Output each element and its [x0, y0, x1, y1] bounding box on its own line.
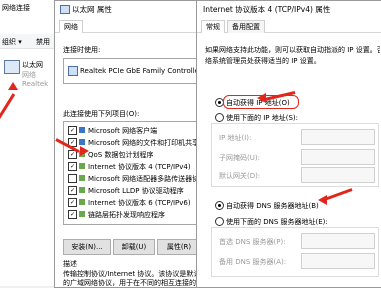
- adapter-name[interactable]: 以太网: [22, 60, 43, 70]
- adapter-box: Realtek PCIe GbE Family Controller: [63, 58, 203, 84]
- properties-title: 以太网 属性: [72, 5, 112, 14]
- left-toolbar: 组织 ▾ 禁用: [0, 34, 60, 49]
- item-label: Microsoft LLDP 协议驱动程序: [88, 187, 184, 195]
- list-item[interactable]: ✓ Microsoft LLDP 协议驱动程序: [64, 185, 202, 196]
- items-label: 此连接使用下列项目(O):: [63, 110, 140, 118]
- subnet-mask-label: 子网掩码(U):: [219, 154, 260, 162]
- item-label: Microsoft 网络客户端: [88, 127, 158, 135]
- properties-tabbar: 网络: [55, 18, 205, 33]
- uninstall-button[interactable]: 卸载(U): [113, 239, 155, 255]
- ethernet-properties-window: 以太网 属性 网络 连接时使用: Realtek PCIe GbE Family…: [54, 0, 206, 288]
- ipv4-tabbar: 常规 备用配置: [197, 18, 381, 33]
- item-icon: [79, 187, 85, 193]
- list-item-ipv4[interactable]: ✓ Internet 协议版本 4 (TCP/IPv4): [64, 161, 202, 172]
- item-label: 链路层拓扑发现响应程序: [88, 211, 165, 219]
- organize-menu[interactable]: 组织 ▾: [2, 37, 22, 47]
- manual-ip-label: 使用下面的 IP 地址(S):: [226, 114, 298, 122]
- manual-ip-option[interactable]: 使用下面的 IP 地址(S):: [215, 111, 325, 123]
- annotation-arrowhead-adapter: [8, 82, 18, 90]
- items-list: ✓ Microsoft 网络客户端 ✓ Microsoft 网络的文件和打印机共…: [63, 121, 203, 225]
- tab-general[interactable]: 常规: [201, 20, 225, 33]
- manual-dns-option[interactable]: 使用下面的 DNS 服务器地址(E):: [215, 215, 345, 227]
- intro-text-line1: 如果网络支持此功能，则可以获取自动指派的 IP 设置。否则，你需要从网: [205, 46, 380, 54]
- list-item[interactable]: ✓ 链路层拓扑发现响应程序: [64, 209, 202, 220]
- adapter-device: Realtek: [22, 80, 49, 88]
- item-checkbox[interactable]: ✓: [68, 186, 77, 195]
- annotation-arrowhead-ipv4: [80, 146, 89, 156]
- intro-text-line2: 络系统管理员处获得适当的 IP 设置。: [205, 57, 321, 65]
- preferred-dns-label: 首选 DNS 服务器(P):: [219, 238, 286, 246]
- item-label: QoS 数据包计划程序: [88, 151, 154, 159]
- auto-dns-radio[interactable]: [215, 201, 224, 210]
- ethernet-adapter-icon[interactable]: [4, 60, 20, 74]
- adapter-icon: [68, 66, 78, 76]
- item-checkbox[interactable]: ✓: [68, 210, 77, 219]
- properties-button[interactable]: 属性(R): [157, 239, 201, 255]
- gateway-label: 默认网关(D):: [219, 172, 261, 180]
- properties-titlebar: 以太网 属性: [55, 1, 205, 17]
- item-label: Microsoft 网络的文件和打印机共享: [88, 139, 200, 147]
- tab-networking[interactable]: 网络: [59, 20, 83, 33]
- description-label: 描述: [63, 260, 77, 268]
- item-icon: [79, 199, 85, 205]
- list-item[interactable]: ✓ Microsoft 网络客户端: [64, 125, 202, 136]
- adapter-status: 网络: [22, 71, 36, 79]
- window-title: 网络连接: [2, 4, 30, 12]
- manual-dns-radio[interactable]: [215, 217, 224, 226]
- description-text: 传输控制协议/Internet 协议。该协议是默认的广域网络协议，用于在不同的相…: [63, 270, 201, 287]
- install-button[interactable]: 安装(N)...: [63, 239, 111, 255]
- list-item[interactable]: ✓ Internet 协议版本 6 (TCP/IPv6): [64, 197, 202, 208]
- item-icon: [79, 127, 85, 133]
- adapter-text: Realtek PCIe GbE Family Controller: [80, 67, 202, 75]
- item-checkbox[interactable]: ✓: [68, 198, 77, 207]
- item-label: Microsoft 网络适配器多路传送器协议: [88, 175, 203, 183]
- auto-dns-label: 自动获得 DNS 服务器地址(B): [226, 202, 319, 210]
- network-connections-window: 网络连接 组织 ▾ 禁用 以太网 网络 Realtek: [0, 0, 61, 286]
- annotation-arrowhead-auto-dns: [318, 195, 327, 205]
- gateway-field[interactable]: [301, 167, 375, 183]
- subnet-mask-field[interactable]: [301, 149, 375, 165]
- tab-alternate-config[interactable]: 备用配置: [227, 20, 265, 33]
- ipv4-titlebar: Internet 协议版本 4 (TCP/IPv4) 属性: [197, 1, 381, 17]
- disable-menu-item[interactable]: 禁用: [36, 37, 50, 47]
- manual-ip-radio[interactable]: [215, 113, 224, 122]
- item-icon: [79, 139, 85, 145]
- item-icon: [79, 211, 85, 217]
- annotation-arrowhead-auto-ip: [257, 93, 266, 103]
- alternate-dns-field[interactable]: [301, 253, 375, 269]
- item-icon: [79, 163, 85, 169]
- item-checkbox[interactable]: ✓: [68, 126, 77, 135]
- ipv4-properties-dialog: Internet 协议版本 4 (TCP/IPv4) 属性 常规 备用配置 如果…: [196, 0, 381, 288]
- item-label: Internet 协议版本 6 (TCP/IPv6): [88, 199, 191, 207]
- item-checkbox[interactable]: [68, 174, 77, 183]
- item-icon: [79, 175, 85, 181]
- connect-using-label: 连接时使用:: [63, 46, 101, 54]
- ip-address-label: IP 地址(I):: [219, 134, 252, 142]
- ipv4-title: Internet 协议版本 4 (TCP/IPv4) 属性: [203, 5, 331, 14]
- list-item[interactable]: Microsoft 网络适配器多路传送器协议: [64, 173, 202, 184]
- manual-dns-label: 使用下面的 DNS 服务器地址(E):: [226, 218, 328, 226]
- item-checkbox[interactable]: ✓: [68, 162, 77, 171]
- network-icon: [60, 5, 70, 14]
- item-label: Internet 协议版本 4 (TCP/IPv4): [88, 163, 191, 171]
- alternate-dns-label: 备用 DNS 服务器(A):: [219, 258, 287, 266]
- ip-address-field[interactable]: [301, 129, 375, 145]
- preferred-dns-field[interactable]: [301, 233, 375, 249]
